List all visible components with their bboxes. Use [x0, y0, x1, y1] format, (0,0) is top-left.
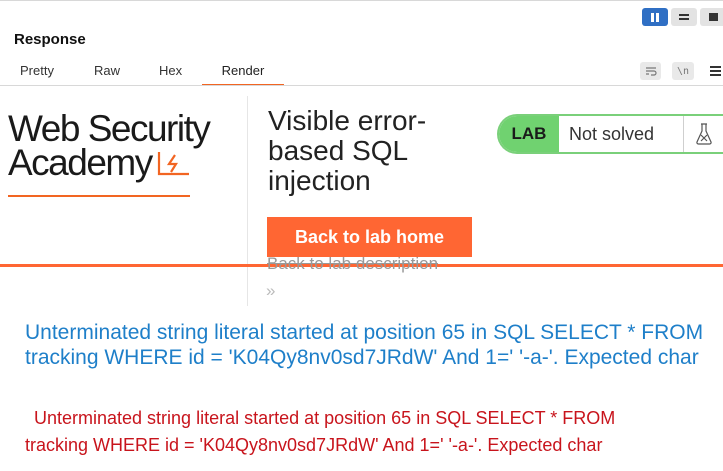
tab-pretty[interactable]: Pretty: [20, 60, 60, 86]
tab-raw[interactable]: Raw: [94, 60, 124, 86]
error-heading: Unterminated string literal started at p…: [25, 321, 704, 369]
error-message-line1: Unterminated string literal started at p…: [34, 408, 616, 428]
response-tabs: Pretty Raw Hex Render: [0, 60, 723, 86]
web-security-academy-logo[interactable]: Web Security Academy: [8, 108, 248, 202]
tab-hex[interactable]: Hex: [159, 60, 189, 86]
tabs-divider: [0, 85, 723, 86]
menu-icon[interactable]: [707, 62, 723, 80]
layout-toggles: [642, 8, 723, 26]
lab-status-text: Not solved: [569, 123, 655, 144]
wrap-lines-icon[interactable]: [640, 62, 661, 80]
lab-badge: LAB: [499, 116, 559, 152]
top-border: [0, 0, 723, 1]
chevron-right-icon: »: [266, 281, 276, 300]
logo-underline: [8, 195, 190, 197]
lab-title: Visible error-based SQL injection: [268, 105, 427, 196]
panel-title: Response: [14, 31, 86, 48]
header-separator: [247, 96, 248, 306]
single-panel-icon[interactable]: [700, 8, 723, 26]
newline-icon[interactable]: \n: [672, 62, 694, 80]
split-horizontal-icon[interactable]: [671, 8, 697, 26]
back-to-lab-description-link[interactable]: Back to lab description: [267, 254, 438, 274]
split-vertical-icon[interactable]: [642, 8, 668, 26]
tab-render[interactable]: Render: [202, 60, 284, 86]
logo-line2: Academy: [8, 142, 153, 183]
error-message: Unterminated string literal started at p…: [25, 405, 715, 459]
lightning-bolt-icon: [157, 152, 189, 176]
lab-status-widget: LAB Not solved: [497, 114, 723, 154]
flask-icon: [683, 116, 723, 152]
back-to-lab-home-button[interactable]: Back to lab home: [267, 217, 472, 257]
error-message-line2: tracking WHERE id = 'K04Qy8nv0sd7JRdW' A…: [25, 435, 603, 455]
logo-line1: Web Security: [8, 108, 211, 149]
